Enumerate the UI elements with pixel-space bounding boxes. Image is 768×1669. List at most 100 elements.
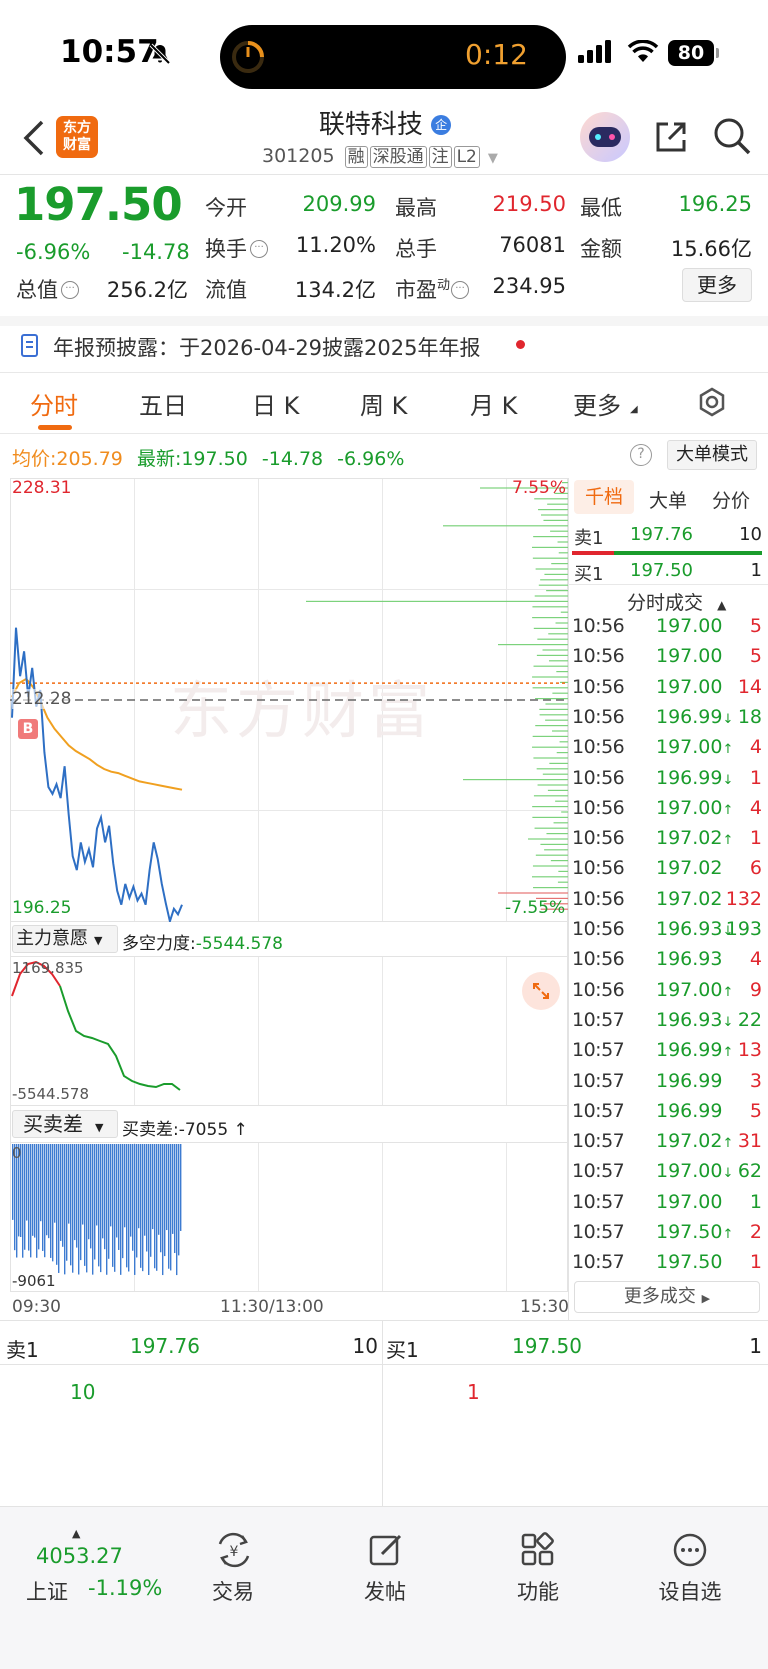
trade-row: 10:56 197.00↑ 9 xyxy=(572,979,768,1009)
info-icon[interactable]: ··· xyxy=(250,240,268,258)
tab-monthly-k[interactable]: 月 K xyxy=(470,386,517,421)
high-label: 最高 xyxy=(395,196,437,220)
annual-report-notice[interactable]: 年报预披露：于2026-04-29披露2025年年报 xyxy=(53,332,480,362)
more-button[interactable]: 更多 xyxy=(682,268,752,302)
price-volume-bar xyxy=(551,563,568,565)
trade-price: 197.02 xyxy=(656,887,723,910)
price-volume-bar xyxy=(498,644,568,646)
buy-sell-diff-bar xyxy=(82,1144,84,1225)
buy-sell-diff-bar xyxy=(120,1144,122,1275)
pe-value: 234.95 xyxy=(492,274,566,298)
buy-sell-diff-bar xyxy=(94,1144,96,1260)
trade-volume: 4 xyxy=(749,796,762,819)
dropdown-icon: ▼ xyxy=(487,151,498,166)
tab-weekly-k[interactable]: 周 K xyxy=(360,386,407,421)
nav-add-watchlist[interactable]: 设自选 xyxy=(650,1576,730,1606)
trade-volume: 31 xyxy=(737,1130,762,1153)
trades-title-text: 分时成交 xyxy=(627,592,704,614)
stock-name[interactable]: 联特科技 企 xyxy=(300,104,470,141)
more-trades-button[interactable]: 更多成交 ▶ xyxy=(574,1281,760,1313)
stock-code-row[interactable]: 301205 融深股通注 L2 ▼ xyxy=(262,145,498,168)
price-volume-bar xyxy=(542,649,568,651)
pe-sup: 动 xyxy=(437,278,451,293)
tab-intraday[interactable]: 分时 xyxy=(30,386,78,421)
side-tab-big-order[interactable]: 大单 xyxy=(649,486,687,513)
trade-row: 10:57 196.99 5 xyxy=(572,1100,768,1130)
side-buy1-price: 197.50 xyxy=(630,560,693,581)
buy-marker[interactable]: B xyxy=(18,719,38,739)
side-tab-price-dist[interactable]: 分价 xyxy=(712,486,750,513)
divider xyxy=(0,316,768,326)
trade-time: 10:57 xyxy=(572,1160,625,1183)
buy-sell-diff-bar xyxy=(44,1144,46,1258)
trade-time: 10:56 xyxy=(572,766,625,789)
buy-sell-diff-bar xyxy=(108,1144,110,1259)
info-icon[interactable]: ··· xyxy=(451,281,470,299)
trade-time: 10:57 xyxy=(572,1190,625,1213)
expand-icon[interactable] xyxy=(522,972,560,1010)
avg-value: 205.79 xyxy=(56,448,123,470)
trade-volume: 5 xyxy=(749,615,762,637)
low-label: 最低 xyxy=(580,196,622,220)
index-caret-icon: ▲ xyxy=(72,1527,81,1540)
change-value: -14.78 xyxy=(122,240,190,264)
buy-sell-diff-bar xyxy=(26,1144,28,1221)
price-volume-bar xyxy=(557,541,568,543)
trade-row: 10:57 197.50↑ 2 xyxy=(572,1221,768,1251)
nav-trade[interactable]: 交易 xyxy=(200,1576,266,1606)
info-icon[interactable]: ··· xyxy=(61,281,79,299)
open-value: 209.99 xyxy=(302,192,376,216)
chart-info-row: 均价:205.79 最新:197.50 -14.78 -6.96% xyxy=(12,444,404,471)
trade-row: 10:56 197.00 5 xyxy=(572,645,768,675)
latest-pct: -6.96% xyxy=(337,448,405,470)
buy-sell-diff-bar xyxy=(162,1144,164,1276)
buy-sell-diff-bar xyxy=(122,1144,124,1259)
trade-price: 197.00 xyxy=(656,675,723,698)
index-pct[interactable]: -1.19% xyxy=(88,1576,162,1600)
post-icon[interactable] xyxy=(368,1532,404,1568)
search-icon[interactable] xyxy=(712,116,752,156)
trade-price: 196.99 xyxy=(656,1099,723,1122)
share-icon[interactable] xyxy=(652,118,690,156)
indicator2-select[interactable]: 买卖差 ▼ xyxy=(12,1110,118,1138)
tab-five-day[interactable]: 五日 xyxy=(139,386,187,421)
back-icon[interactable] xyxy=(22,118,46,158)
price-volume-bar xyxy=(533,795,568,797)
trade-row: 10:56 197.00↑ 4 xyxy=(572,736,768,766)
buy-sell-diff-bar xyxy=(40,1144,42,1222)
trade-time: 10:57 xyxy=(572,1251,625,1274)
buy-sell-diff-bar xyxy=(128,1144,130,1272)
assistant-robot-icon[interactable] xyxy=(580,112,630,162)
buy-sell-diff-bar xyxy=(74,1144,76,1241)
help-icon[interactable]: ? xyxy=(630,444,652,466)
turnover-label: 换手 ··· xyxy=(205,233,268,263)
trades-title[interactable]: 分时成交 ▲ xyxy=(627,588,726,615)
side-tab-depth[interactable]: 千档 xyxy=(574,480,634,514)
index-value[interactable]: 4053.27 xyxy=(36,1544,123,1568)
price-volume-bar xyxy=(532,676,568,678)
trade-icon[interactable]: ¥ xyxy=(214,1532,254,1568)
add-watchlist-icon[interactable] xyxy=(672,1532,708,1568)
buy-sell-diff-bar xyxy=(34,1144,36,1238)
price-volume-bar xyxy=(550,530,568,532)
bell-muted-icon xyxy=(149,43,171,65)
index-name[interactable]: 上证 xyxy=(26,1576,68,1606)
more-trades-text: 更多成交 xyxy=(623,1286,696,1307)
price-volume-bar xyxy=(533,536,568,538)
nav-post[interactable]: 发帖 xyxy=(352,1576,418,1606)
tab-more[interactable]: 更多 xyxy=(573,386,621,421)
big-order-mode-button[interactable]: 大单模式 xyxy=(667,440,757,470)
indicator1-select[interactable]: 主力意愿 ▼ xyxy=(12,925,118,953)
tab-daily-k[interactable]: 日 K xyxy=(252,386,299,421)
ob-sell-label: 卖1 xyxy=(6,1338,39,1362)
price-volume-bar xyxy=(536,654,568,656)
function-icon[interactable] xyxy=(520,1532,556,1568)
buy-sell-diff-bar xyxy=(52,1144,54,1262)
indicator1-readout: 多空力度:-5544.578 xyxy=(122,929,283,954)
buy-sell-diff-bar xyxy=(28,1144,30,1251)
avg-label: 均价: xyxy=(12,448,57,470)
mktcap-value: 256.2亿 xyxy=(106,278,188,302)
nav-function[interactable]: 功能 xyxy=(505,1576,571,1606)
price-volume-bar xyxy=(545,703,568,705)
settings-icon[interactable] xyxy=(696,386,728,418)
